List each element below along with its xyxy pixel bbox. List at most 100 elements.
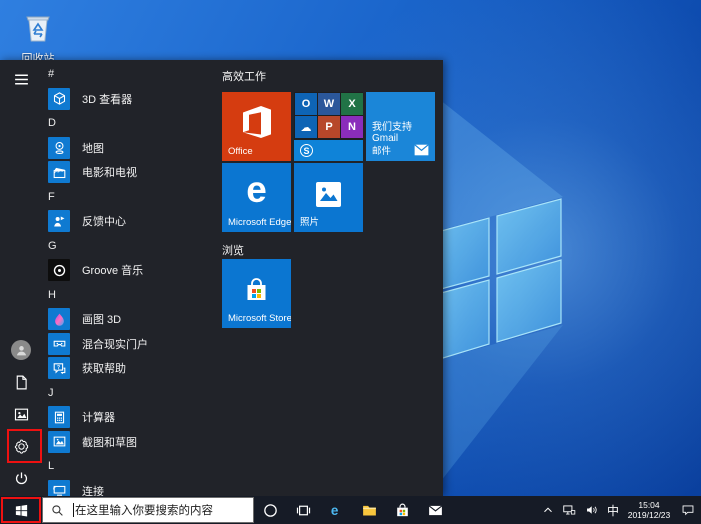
feedback-icon bbox=[48, 210, 70, 232]
app-list-section-header[interactable]: F bbox=[42, 185, 216, 210]
app-list: # 3D 查看器 D 地图 电影和电视 F 反馈中心 G Groove 音乐 H… bbox=[42, 62, 216, 496]
mail-taskbar-button[interactable] bbox=[419, 496, 452, 524]
envelope-icon bbox=[414, 144, 429, 156]
onenote-subtile-icon[interactable]: N bbox=[341, 116, 363, 138]
app-list-section-header[interactable]: H bbox=[42, 283, 216, 308]
hamburger-icon bbox=[13, 71, 30, 88]
app-label: 画图 3D bbox=[82, 311, 121, 327]
mail-tile-headline: 我们支持 Gmail bbox=[372, 118, 435, 144]
edge-taskbar-button[interactable]: e bbox=[320, 496, 353, 524]
app-list-item[interactable]: 电影和电视 bbox=[42, 160, 216, 185]
file-explorer-taskbar-button[interactable] bbox=[353, 496, 386, 524]
volume-tray-button[interactable] bbox=[580, 496, 603, 524]
tray-clock[interactable]: 15:04 2019/12/23 bbox=[623, 500, 675, 520]
account-button[interactable] bbox=[9, 338, 33, 362]
recycle-bin-icon bbox=[21, 8, 55, 44]
tile-mail[interactable]: 我们支持 Gmail 邮件 bbox=[366, 92, 435, 161]
app-list-item[interactable]: 画图 3D bbox=[42, 307, 216, 332]
documents-button[interactable] bbox=[9, 370, 33, 394]
tile-office[interactable]: Office bbox=[222, 92, 291, 161]
section-letter: H bbox=[48, 289, 56, 301]
store-taskbar-button[interactable] bbox=[386, 496, 419, 524]
action-center-button[interactable] bbox=[675, 496, 701, 524]
skype-subtile[interactable]: S bbox=[294, 140, 363, 161]
network-tray-button[interactable] bbox=[557, 496, 580, 524]
app-label: Groove 音乐 bbox=[82, 262, 143, 278]
system-tray: 中 15:04 2019/12/23 bbox=[539, 496, 701, 524]
section-letter: # bbox=[48, 68, 54, 80]
app-list-item[interactable]: 截图和草图 bbox=[42, 430, 216, 455]
task-view-taskbar-button[interactable] bbox=[287, 496, 320, 524]
app-list-item[interactable]: ? 获取帮助 bbox=[42, 356, 216, 381]
start-button[interactable] bbox=[0, 496, 42, 524]
tile-label: 照片 bbox=[300, 214, 319, 228]
app-label: 连接 bbox=[82, 483, 104, 496]
outlook-subtile-icon[interactable]: O bbox=[295, 93, 317, 115]
text-caret bbox=[73, 503, 74, 517]
mixed-reality-icon bbox=[48, 333, 70, 355]
connect-icon bbox=[48, 480, 70, 496]
app-list-item[interactable]: 3D 查看器 bbox=[42, 87, 216, 112]
search-placeholder: 在这里输入你要搜索的内容 bbox=[75, 502, 213, 518]
tile-label: Microsoft Store bbox=[228, 313, 291, 324]
app-list-item[interactable]: 计算器 bbox=[42, 405, 216, 430]
action-center-icon bbox=[681, 503, 695, 517]
get-help-icon: ? bbox=[48, 357, 70, 379]
settings-button[interactable] bbox=[9, 434, 33, 458]
app-list-section-header[interactable]: J bbox=[42, 381, 216, 406]
gear-icon bbox=[13, 438, 30, 455]
section-letter: L bbox=[48, 460, 54, 472]
recycle-bin[interactable]: 回收站 bbox=[10, 8, 66, 66]
app-list-item[interactable]: 地图 bbox=[42, 136, 216, 161]
word-subtile-icon[interactable]: W bbox=[318, 93, 340, 115]
tile-photos[interactable]: 照片 bbox=[294, 163, 363, 232]
edge-icon: e bbox=[328, 502, 345, 519]
taskbar: 在这里输入你要搜索的内容 e 中 15:04 bbox=[0, 496, 701, 524]
user-icon bbox=[15, 344, 28, 357]
onedrive-subtile-icon[interactable]: ☁ bbox=[295, 116, 317, 138]
tile-group-productivity[interactable]: 高效工作 bbox=[222, 68, 266, 84]
tray-time: 15:04 bbox=[623, 500, 675, 510]
show-hidden-icons-button[interactable] bbox=[539, 496, 557, 524]
pictures-icon bbox=[13, 406, 30, 423]
section-letter: J bbox=[48, 387, 54, 399]
app-list-item[interactable]: 反馈中心 bbox=[42, 209, 216, 234]
app-list-section-header[interactable]: D bbox=[42, 111, 216, 136]
app-list-section-header[interactable]: # bbox=[42, 62, 216, 87]
search-input[interactable]: 在这里输入你要搜索的内容 bbox=[42, 497, 254, 523]
app-label: 计算器 bbox=[82, 409, 115, 425]
app-list-item[interactable]: 混合现实门户 bbox=[42, 332, 216, 357]
office-folder-grid: OWX ☁PN bbox=[295, 93, 362, 138]
cortana-icon bbox=[262, 502, 279, 519]
tile-office-folder[interactable]: OWX ☁PN S bbox=[294, 92, 363, 161]
app-label: 获取帮助 bbox=[82, 360, 126, 376]
tile-label: Office bbox=[228, 146, 253, 157]
tile-edge[interactable]: e Microsoft Edge bbox=[222, 163, 291, 232]
taskbar-app-icons: e bbox=[254, 496, 452, 524]
windows-logo-icon bbox=[14, 503, 29, 518]
app-label: 混合现实门户 bbox=[82, 336, 148, 352]
ime-indicator[interactable]: 中 bbox=[603, 496, 623, 524]
pictures-button[interactable] bbox=[9, 402, 33, 426]
tile-group-browse[interactable]: 浏览 bbox=[222, 242, 244, 258]
tile-label: Microsoft Edge bbox=[228, 217, 291, 228]
start-menu: # 3D 查看器 D 地图 电影和电视 F 反馈中心 G Groove 音乐 H… bbox=[0, 60, 443, 496]
desktop: 回收站 bbox=[0, 0, 701, 524]
power-button[interactable] bbox=[9, 466, 33, 490]
store-icon bbox=[243, 277, 270, 304]
search-icon bbox=[51, 504, 64, 517]
app-list-item[interactable]: 连接 bbox=[42, 479, 216, 497]
cube-icon bbox=[48, 88, 70, 110]
mail-icon bbox=[427, 502, 444, 519]
office-icon bbox=[241, 105, 273, 139]
app-list-section-header[interactable]: L bbox=[42, 454, 216, 479]
movies-icon bbox=[48, 161, 70, 183]
excel-subtile-icon[interactable]: X bbox=[341, 93, 363, 115]
task-view-icon bbox=[295, 502, 312, 519]
powerpoint-subtile-icon[interactable]: P bbox=[318, 116, 340, 138]
cortana-taskbar-button[interactable] bbox=[254, 496, 287, 524]
app-list-item[interactable]: Groove 音乐 bbox=[42, 258, 216, 283]
tile-store[interactable]: Microsoft Store bbox=[222, 259, 291, 328]
expand-menu-button[interactable] bbox=[9, 67, 33, 91]
app-list-section-header[interactable]: G bbox=[42, 234, 216, 259]
